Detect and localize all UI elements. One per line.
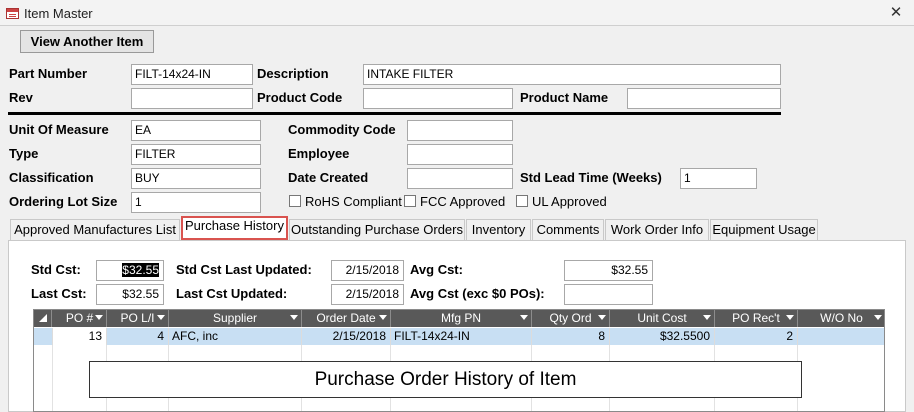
form-icon [6,8,19,19]
cell-unit-cost[interactable]: $32.5500 [610,328,715,345]
select-all-icon[interactable] [34,310,52,327]
avg-cost-excl-field[interactable] [564,284,653,305]
chevron-down-icon[interactable] [874,315,882,320]
product-code-label: Product Code [257,90,343,105]
std-cost-updated-label: Std Cst Last Updated: [176,262,312,277]
title-bar: Item Master ✕ [0,0,914,26]
last-cost-field[interactable]: $32.55 [96,284,164,305]
chevron-down-icon[interactable] [379,315,387,320]
employee-field[interactable] [407,144,513,165]
fcc-checkbox[interactable] [404,195,416,207]
std-cost-updated-field[interactable]: 2/15/2018 [331,260,404,281]
tab-outstanding-purchase-orders[interactable]: Outstanding Purchase Orders [289,219,465,240]
grid-line [52,345,53,411]
row-selector[interactable] [34,328,53,345]
chevron-down-icon[interactable] [95,315,103,320]
ul-checkbox[interactable] [516,195,528,207]
tab-work-order-info[interactable]: Work Order Info [605,219,709,240]
tab-comments[interactable]: Comments [532,219,604,240]
chevron-down-icon[interactable] [598,315,606,320]
std-lead-time-label: Std Lead Time (Weeks) [520,170,662,185]
date-created-label: Date Created [288,170,369,185]
chevron-down-icon[interactable] [157,315,165,320]
tab-approved-manufactures[interactable]: Approved Manufactures List [10,219,180,240]
view-another-item-button[interactable]: View Another Item [20,30,154,53]
avg-cost-field[interactable]: $32.55 [564,260,653,281]
column-header-po[interactable]: PO # [53,310,107,327]
type-field[interactable]: FILTER [131,144,261,165]
fcc-label: FCC Approved [420,194,506,209]
std-cost-field[interactable]: $32.55 [96,260,164,281]
rev-field[interactable] [131,88,253,109]
avg-cost-label: Avg Cst: [410,262,463,277]
table-row[interactable]: 13 4 AFC, inc 2/15/2018 FILT-14x24-IN 8 … [34,328,884,345]
section-divider [8,112,781,115]
close-icon[interactable]: ✕ [886,3,906,21]
std-cost-value: $32.55 [122,263,159,277]
part-number-field[interactable]: FILT-14x24-IN [131,64,253,85]
chevron-down-icon[interactable] [520,315,528,320]
uom-label: Unit Of Measure [9,122,109,137]
chevron-down-icon[interactable] [703,315,711,320]
cell-po-rect[interactable]: 2 [715,328,798,345]
commodity-code-field[interactable] [407,120,513,141]
column-header-unit-cost[interactable]: Unit Cost [610,310,715,327]
cell-qty-ord[interactable]: 8 [532,328,610,345]
grid-header: PO # PO L/I Supplier Order Date Mfg PN Q… [34,310,884,327]
window-title: Item Master [24,6,93,21]
tab-equipment-usage[interactable]: Equipment Usage [710,219,818,240]
ul-label: UL Approved [532,194,607,209]
employee-label: Employee [288,146,350,161]
type-label: Type [9,146,39,161]
last-cost-updated-field[interactable]: 2/15/2018 [331,284,404,305]
column-header-qty-ord[interactable]: Qty Ord [532,310,610,327]
tab-purchase-history[interactable]: Purchase History [181,216,288,240]
rohs-label: RoHS Compliant [305,194,402,209]
description-label: Description [257,66,329,81]
column-header-supplier[interactable]: Supplier [169,310,302,327]
classification-field[interactable]: BUY [131,168,261,189]
chevron-down-icon[interactable] [786,315,794,320]
avg-cost-excl-label: Avg Cst (exc $0 POs): [410,286,545,301]
column-header-po-rect[interactable]: PO Rec't [715,310,798,327]
caption-box: Purchase Order History of Item [89,361,802,398]
std-lead-time-field[interactable]: 1 [680,168,757,189]
std-cost-label: Std Cst: [31,262,81,277]
part-number-label: Part Number [9,66,88,81]
tab-inventory[interactable]: Inventory [466,219,531,240]
description-field[interactable]: INTAKE FILTER [363,64,781,85]
ordering-lot-size-label: Ordering Lot Size [9,194,118,209]
uom-field[interactable]: EA [131,120,261,141]
cell-po[interactable]: 13 [53,328,107,345]
column-header-po-li[interactable]: PO L/I [107,310,169,327]
last-cost-updated-label: Last Cst Updated: [176,286,288,301]
classification-label: Classification [9,170,94,185]
cell-wo-no[interactable] [798,328,884,345]
ordering-lot-size-field[interactable]: 1 [131,192,261,213]
product-code-field[interactable] [363,88,513,109]
column-header-order-date[interactable]: Order Date [302,310,391,327]
last-cost-label: Last Cst: [31,286,87,301]
cell-mfg-pn[interactable]: FILT-14x24-IN [391,328,532,345]
commodity-code-label: Commodity Code [288,122,396,137]
product-name-field[interactable] [627,88,781,109]
chevron-down-icon[interactable] [290,315,298,320]
column-header-mfg-pn[interactable]: Mfg PN [391,310,532,327]
cell-po-li[interactable]: 4 [107,328,169,345]
product-name-label: Product Name [520,90,609,105]
rev-label: Rev [9,90,33,105]
column-header-wo-no[interactable]: W/O No [798,310,884,327]
rohs-checkbox[interactable] [289,195,301,207]
cell-order-date[interactable]: 2/15/2018 [302,328,391,345]
date-created-field[interactable] [407,168,513,189]
cell-supplier[interactable]: AFC, inc [169,328,302,345]
